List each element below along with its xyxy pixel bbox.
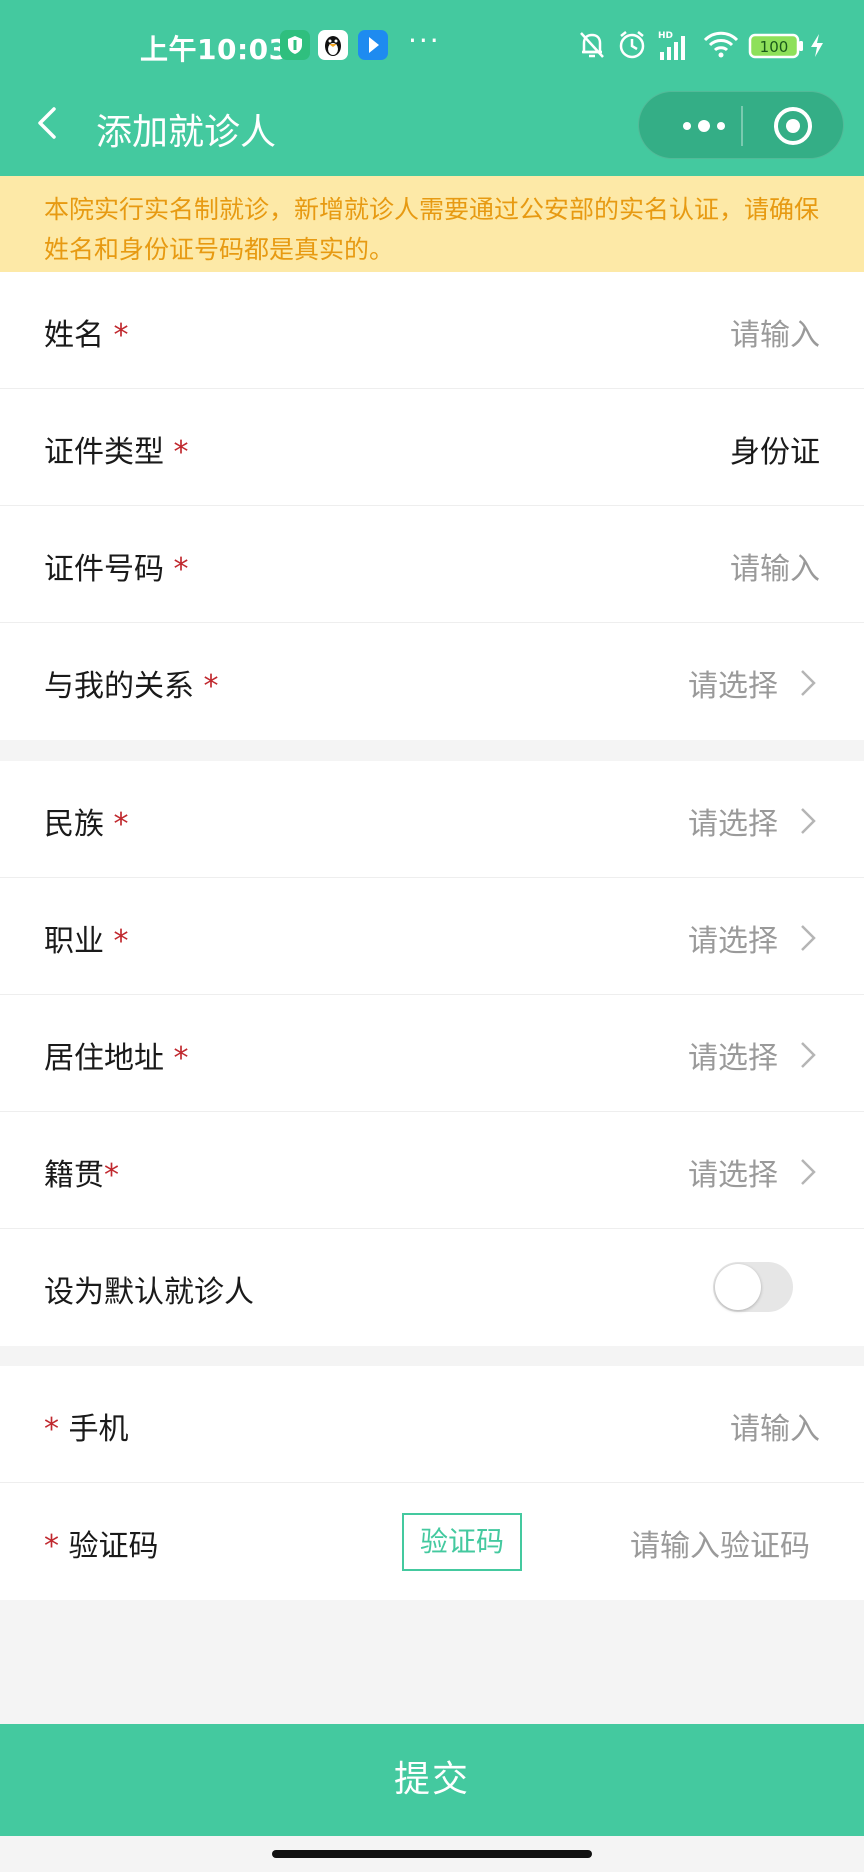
svg-text:HD: HD [658,31,673,41]
get-code-button[interactable]: 验证码 [402,1513,522,1571]
real-name-notice: 本院实行实名制就诊，新增就诊人需要通过公安部的实名认证，请确保姓名和身份证号码都… [0,176,864,272]
shield-app-icon [280,30,310,60]
required-mark: * [44,1412,59,1447]
address-select[interactable]: 请选择 [688,1033,778,1077]
verify-code-label: * 验证码 [44,1529,159,1564]
native-place-select[interactable]: 请选择 [688,1150,778,1194]
native-place-row[interactable]: 籍贯* 请选择 [0,1112,864,1229]
phone-label: * 手机 [44,1412,129,1447]
capsule-divider [741,106,743,146]
header: 上午10:03 ··· HD 100 添加就诊人 [0,0,864,176]
form-group-details: 民族 * 请选择 职业 * 请选择 居住地址 * 请选择 籍贯* 请选择 设为默… [0,761,864,1346]
battery-icon: 100 [748,28,804,64]
wifi-icon [702,28,740,64]
submit-button[interactable]: 提交 [0,1724,864,1836]
phone-row[interactable]: * 手机 请输入 [0,1366,864,1483]
close-target-icon[interactable] [771,104,815,148]
required-mark: * [44,1529,59,1564]
required-mark: * [113,318,129,353]
chevron-right-icon [796,920,820,956]
page-title: 添加就诊人 [96,112,277,153]
svg-text:100: 100 [760,38,789,56]
name-input[interactable]: 请输入 [730,310,820,354]
penguin-app-icon [318,30,348,60]
alarm-icon [616,28,648,64]
relationship-select[interactable]: 请选择 [688,661,778,705]
required-mark: * [113,924,129,959]
required-mark: * [173,1041,189,1076]
form-group-identity: 姓名 * 请输入 证件类型 * 身份证 证件号码 * 请输入 与我的关系 * 请… [0,272,864,740]
id-number-label: 证件号码 * [44,552,189,587]
address-row[interactable]: 居住地址 * 请选择 [0,995,864,1112]
relationship-row[interactable]: 与我的关系 * 请选择 [0,623,864,740]
back-arrow-icon[interactable] [28,101,72,145]
signal-icon: HD [656,28,690,64]
id-type-row[interactable]: 证件类型 * 身份证 [0,389,864,506]
charging-icon [808,28,826,64]
phone-input[interactable]: 请输入 [730,1404,820,1448]
occupation-row[interactable]: 职业 * 请选择 [0,878,864,995]
id-type-value[interactable]: 身份证 [730,427,820,471]
chevron-right-icon [796,1037,820,1073]
default-patient-label: 设为默认就诊人 [44,1275,254,1310]
required-mark: * [173,435,189,470]
mini-program-capsule [638,91,844,159]
chevron-right-icon [796,803,820,839]
required-mark: * [203,669,219,704]
occupation-label: 职业 * [44,924,129,959]
status-more-dots: ··· [408,24,441,57]
address-label: 居住地址 * [44,1041,189,1076]
required-mark: * [173,552,189,587]
ethnicity-row[interactable]: 民族 * 请选择 [0,761,864,878]
ethnicity-select[interactable]: 请选择 [688,799,778,843]
toggle-knob [715,1264,761,1310]
bell-off-icon [576,28,608,64]
id-type-label: 证件类型 * [44,435,189,470]
chevron-right-icon [796,1154,820,1190]
verify-code-input[interactable]: 请输入验证码 [630,1521,810,1565]
relationship-label: 与我的关系 * [44,669,219,704]
home-indicator[interactable] [272,1850,592,1858]
nav-bar: 添加就诊人 [0,91,864,176]
required-mark: * [113,807,129,842]
name-label: 姓名 * [44,318,129,353]
more-dots-icon[interactable] [669,106,739,146]
id-number-input[interactable]: 请输入 [730,544,820,588]
chevron-right-icon [796,665,820,701]
name-row[interactable]: 姓名 * 请输入 [0,272,864,389]
id-number-row[interactable]: 证件号码 * 请输入 [0,506,864,623]
status-time: 上午10:03 [140,33,289,66]
arrow-app-icon [358,30,388,60]
native-place-label: 籍贯* [44,1158,119,1193]
status-bar: 上午10:03 ··· HD 100 [0,0,864,95]
form-group-contact: * 手机 请输入 * 验证码 验证码 请输入验证码 [0,1366,864,1600]
occupation-select[interactable]: 请选择 [688,916,778,960]
ethnicity-label: 民族 * [44,807,129,842]
default-patient-toggle[interactable] [713,1262,793,1312]
required-mark: * [104,1158,119,1193]
default-patient-row: 设为默认就诊人 [0,1229,864,1346]
verify-code-row: * 验证码 验证码 请输入验证码 [0,1483,864,1600]
